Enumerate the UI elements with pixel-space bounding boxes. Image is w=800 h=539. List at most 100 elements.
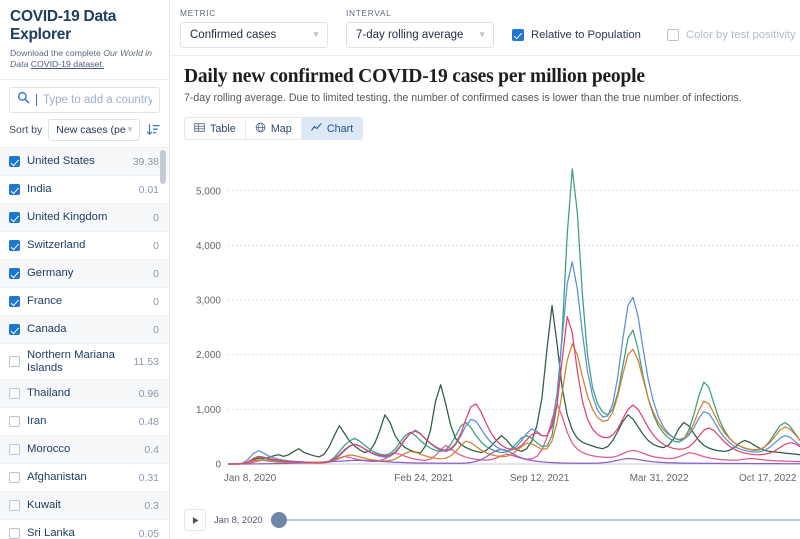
- tab-map[interactable]: Map: [246, 118, 302, 139]
- timeline-start-handle[interactable]: [271, 512, 287, 528]
- checkbox-unchecked-icon[interactable]: [9, 356, 20, 367]
- timeline-control: Jan 8, 2020 Nov 30, 2023: [170, 505, 800, 539]
- country-name: India: [27, 183, 133, 196]
- y-axis-tick-label: 2,000: [196, 350, 221, 361]
- checkbox-unchecked-icon: [667, 29, 679, 41]
- table-icon: [194, 122, 205, 136]
- checkbox-unchecked-icon[interactable]: [9, 528, 20, 539]
- line-chart-icon: [311, 122, 322, 136]
- play-button[interactable]: [184, 509, 206, 531]
- color-by-test-positivity-checkbox[interactable]: Color by test positivity: [667, 22, 796, 48]
- country-name: Kuwait: [27, 499, 138, 512]
- chevron-down-icon: ▼: [126, 126, 134, 134]
- country-row[interactable]: Canada0: [0, 316, 169, 344]
- globe-icon: [255, 122, 266, 136]
- interval-label: INTERVAL: [346, 8, 494, 18]
- country-row[interactable]: Kuwait 0.3: [0, 492, 169, 520]
- checkbox-unchecked-icon[interactable]: [9, 500, 20, 511]
- tab-chart[interactable]: Chart: [302, 118, 362, 139]
- dataset-link[interactable]: COVID-19 dataset.: [31, 59, 104, 69]
- series-line: [228, 306, 800, 464]
- country-name: Iran: [27, 415, 133, 428]
- country-value: 0.05: [139, 528, 159, 539]
- checkbox-checked-icon[interactable]: [9, 212, 20, 223]
- chart-header: Daily new confirmed COVID-19 cases per m…: [184, 66, 800, 106]
- y-axis-tick-label: 0: [215, 460, 221, 471]
- color-by-test-positivity-label: Color by test positivity: [686, 29, 796, 41]
- checkbox-checked-icon[interactable]: [9, 268, 20, 279]
- country-row[interactable]: Switzerland0: [0, 232, 169, 260]
- tab-table-label: Table: [210, 123, 236, 135]
- search-input[interactable]: Type to add a country or re: [9, 87, 160, 113]
- search-icon: [17, 91, 30, 109]
- chevron-down-icon: ▼: [478, 31, 486, 39]
- checkbox-checked-icon[interactable]: [9, 296, 20, 307]
- sort-by-label: Sort by: [9, 124, 42, 136]
- country-value: 0.48: [139, 416, 159, 428]
- sidebar: COVID-19 Data Explorer Download the comp…: [0, 0, 170, 539]
- timeline-track[interactable]: [271, 509, 800, 531]
- interval-select[interactable]: 7-day rolling average ▼: [346, 22, 494, 48]
- country-row[interactable]: Northern Mariana Islands 11.53: [0, 344, 169, 380]
- series-line: [228, 262, 800, 464]
- interval-value: 7-day rolling average: [356, 29, 463, 41]
- checkbox-checked-icon[interactable]: [9, 324, 20, 335]
- country-name: France: [27, 295, 147, 308]
- country-name: Germany: [27, 267, 147, 280]
- country-value: 0: [153, 296, 159, 308]
- controls-bar: METRIC Confirmed cases ▼ INTERVAL 7-day …: [170, 0, 800, 56]
- checkbox-checked-icon[interactable]: [9, 156, 20, 167]
- country-value: 0: [153, 268, 159, 280]
- country-name: Northern Mariana Islands: [27, 349, 128, 375]
- tabs-row: Table Map Chart: [184, 117, 800, 140]
- country-name: United Kingdom: [27, 211, 147, 224]
- metric-select[interactable]: Confirmed cases ▼: [180, 22, 328, 48]
- country-value: 0.96: [139, 388, 159, 400]
- country-value: 0: [153, 324, 159, 336]
- timeline-start-date: Jan 8, 2020: [214, 515, 263, 525]
- country-row[interactable]: Morocco0.4: [0, 436, 169, 464]
- country-name: Thailand: [27, 387, 133, 400]
- chart-subtitle: 7-day rolling average. Due to limited te…: [184, 92, 742, 106]
- country-list[interactable]: United States39.38 India 0.01 United Kingdo…: [0, 147, 169, 539]
- sidebar-scrollbar[interactable]: [160, 148, 166, 539]
- scrollbar-thumb[interactable]: [160, 150, 166, 184]
- country-name: United States: [27, 155, 127, 168]
- tab-map-label: Map: [271, 123, 292, 135]
- country-row[interactable]: Afghanistan0.31: [0, 464, 169, 492]
- subtitle-pre: Download the complete: [10, 48, 103, 58]
- chart-svg: 01,0002,0003,0004,0005,000Jan 8, 2020Feb…: [184, 150, 800, 490]
- country-row[interactable]: Germany 0: [0, 260, 169, 288]
- checkbox-unchecked-icon[interactable]: [9, 388, 20, 399]
- checkbox-checked-icon[interactable]: [9, 184, 20, 195]
- checkbox-checked-icon[interactable]: [9, 240, 20, 251]
- country-row[interactable]: India 0.01: [0, 176, 169, 204]
- checkbox-unchecked-icon[interactable]: [9, 444, 20, 455]
- sort-direction-button[interactable]: [146, 123, 160, 138]
- relative-to-population-checkbox[interactable]: Relative to Population: [512, 22, 641, 48]
- chart-plot[interactable]: 01,0002,0003,0004,0005,000Jan 8, 2020Feb…: [184, 150, 800, 490]
- country-row[interactable]: Thailand 0.96: [0, 380, 169, 408]
- relative-to-population-label: Relative to Population: [531, 29, 641, 41]
- y-axis-tick-label: 4,000: [196, 241, 221, 252]
- country-value: 0.3: [144, 500, 159, 512]
- country-row[interactable]: United Kingdom0: [0, 204, 169, 232]
- country-row[interactable]: United States39.38: [0, 148, 169, 176]
- sort-by-select[interactable]: New cases (per ... ▼: [48, 119, 140, 141]
- country-row[interactable]: Iran 0.48: [0, 408, 169, 436]
- tab-chart-label: Chart: [327, 123, 353, 135]
- checkbox-unchecked-icon[interactable]: [9, 416, 20, 427]
- sort-by-value: New cases (per ...: [56, 124, 126, 136]
- explorer-subtitle: Download the complete Our World in Data …: [10, 48, 159, 71]
- tab-table[interactable]: Table: [185, 118, 246, 139]
- y-axis-tick-label: 3,000: [196, 296, 221, 307]
- country-value: 0.01: [139, 184, 159, 196]
- chevron-down-icon: ▼: [312, 31, 320, 39]
- checkbox-unchecked-icon[interactable]: [9, 472, 20, 483]
- checkbox-checked-icon: [512, 29, 524, 41]
- country-row[interactable]: France 0: [0, 288, 169, 316]
- metric-value: Confirmed cases: [190, 29, 276, 41]
- country-name: Switzerland: [27, 239, 147, 252]
- country-value: 11.53: [134, 356, 160, 368]
- country-row[interactable]: Sri Lanka0.05: [0, 520, 169, 539]
